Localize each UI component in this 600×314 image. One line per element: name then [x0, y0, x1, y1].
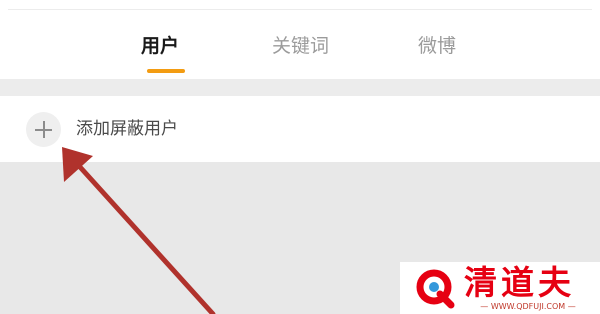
divider [8, 9, 592, 10]
tab-weibo[interactable]: 微博 [418, 34, 456, 58]
tab-user[interactable]: 用户 [141, 34, 179, 58]
top-strip [0, 0, 600, 11]
tab-bar: 用户 关键词 微博 [0, 11, 600, 79]
active-tab-indicator [147, 69, 185, 73]
plus-icon[interactable] [26, 112, 61, 147]
logo-icon [416, 269, 455, 309]
plus-icon-vertical [42, 121, 45, 138]
add-blocked-user-label[interactable]: 添加屏蔽用户 [76, 118, 178, 140]
watermark-url: — WWW.QDFUJI.COM — [480, 302, 576, 311]
section-gap [0, 79, 600, 96]
tab-keyword[interactable]: 关键词 [272, 34, 329, 58]
watermark: 清道夫 — WWW.QDFUJI.COM — [400, 262, 600, 314]
add-blocked-user-row[interactable]: 添加屏蔽用户 [0, 96, 600, 162]
watermark-brand: 清道夫 [464, 263, 575, 302]
